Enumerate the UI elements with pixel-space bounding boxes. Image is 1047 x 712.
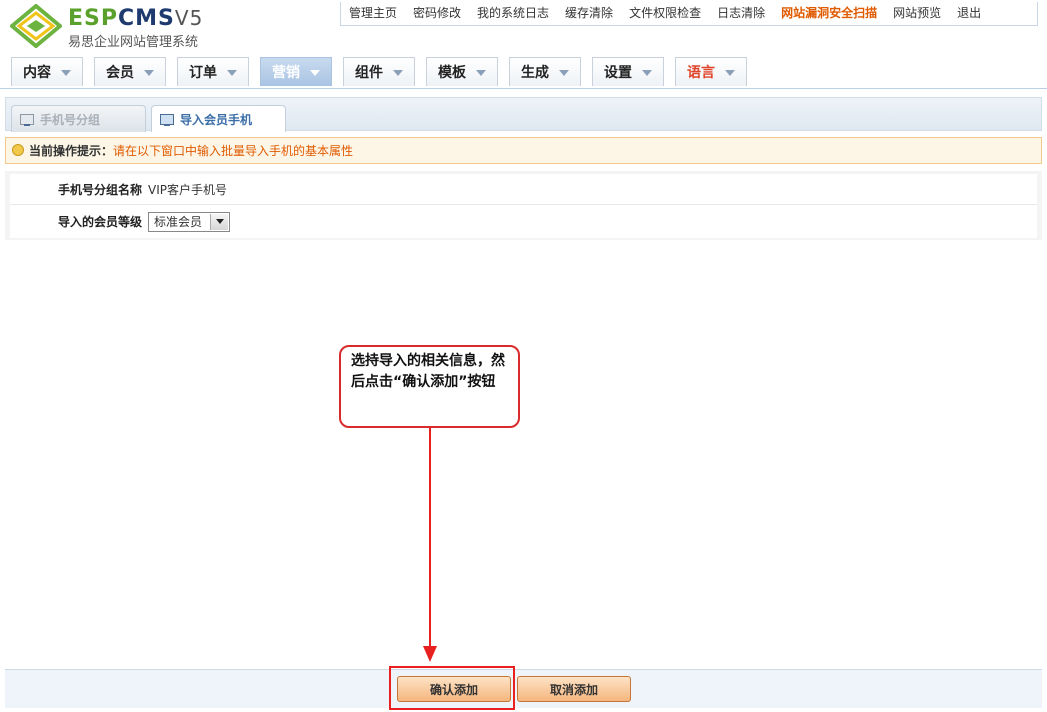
espcms-logo-icon	[10, 4, 62, 48]
top-link-file-permission[interactable]: 文件权限检查	[621, 2, 709, 25]
tab-import-member-phones[interactable]: 导入会员手机	[151, 105, 286, 132]
annotation-highlight-box	[389, 666, 515, 710]
top-link-site-preview[interactable]: 网站预览	[885, 2, 949, 25]
chevron-down-icon	[393, 70, 403, 76]
form-row-member-level: 导入的会员等级 标准会员	[10, 205, 1037, 238]
chevron-down-icon	[725, 70, 735, 76]
nav-member[interactable]: 会员	[94, 57, 166, 86]
logo: ESPCMSV5 易思企业网站管理系统	[10, 4, 220, 50]
nav-language[interactable]: 语言	[675, 57, 747, 86]
nav-marketing[interactable]: 营销	[260, 57, 332, 86]
top-links-bar: 管理主页 密码修改 我的系统日志 缓存清除 文件权限检查 日志清除 网站漏洞安全…	[340, 2, 1038, 26]
import-form: 手机号分组名称 VIP客户手机号 导入的会员等级 标准会员	[5, 171, 1042, 240]
chevron-down-icon	[642, 70, 652, 76]
tab-phone-groups[interactable]: 手机号分组	[11, 105, 146, 132]
monitor-icon	[20, 113, 34, 126]
nav-content[interactable]: 内容	[11, 57, 83, 86]
annotation-callout: 选持导入的相关信息，然后点击“确认添加”按钮	[339, 345, 520, 428]
top-link-security-scan[interactable]: 网站漏洞安全扫描	[773, 2, 885, 25]
member-level-label: 导入的会员等级	[57, 215, 142, 229]
chevron-down-icon	[476, 70, 486, 76]
nav-settings[interactable]: 设置	[592, 57, 664, 86]
main-nav: 内容 会员 订单 营销 组件 模板 生成 设置 语言	[0, 55, 1047, 89]
cancel-add-button[interactable]: 取消添加	[517, 676, 631, 702]
monitor-icon	[160, 113, 174, 126]
top-link-clear-cache[interactable]: 缓存清除	[557, 2, 621, 25]
logo-subtitle: 易思企业网站管理系统	[68, 35, 199, 50]
sub-tab-bar: 手机号分组 导入会员手机	[5, 97, 1042, 132]
chevron-down-icon	[144, 70, 154, 76]
member-level-select[interactable]: 标准会员	[148, 211, 231, 232]
nav-order[interactable]: 订单	[177, 57, 249, 86]
top-link-my-log[interactable]: 我的系统日志	[469, 2, 557, 25]
arrow-down-icon	[423, 646, 437, 662]
form-row-group-name: 手机号分组名称 VIP客户手机号	[10, 174, 1037, 205]
annotation-arrow-line	[429, 428, 431, 650]
logo-wordmark: ESPCMSV5	[68, 6, 204, 31]
top-link-logout[interactable]: 退出	[949, 2, 989, 25]
chevron-down-icon	[310, 70, 320, 76]
lightbulb-icon	[12, 143, 24, 156]
nav-templates[interactable]: 模板	[426, 57, 498, 86]
hint-text: 请在以下窗口中输入批量导入手机的基本属性	[113, 144, 354, 158]
dropdown-arrow-icon[interactable]	[210, 213, 229, 230]
chevron-down-icon	[227, 70, 237, 76]
group-name-value: VIP客户手机号	[148, 182, 227, 197]
chevron-down-icon	[559, 70, 569, 76]
top-link-clear-log[interactable]: 日志清除	[709, 2, 773, 25]
nav-components[interactable]: 组件	[343, 57, 415, 86]
nav-generate[interactable]: 生成	[509, 57, 581, 86]
hint-label: 当前操作提示：	[29, 144, 114, 158]
operation-hint: 当前操作提示： 请在以下窗口中输入批量导入手机的基本属性	[5, 137, 1042, 164]
group-name-label: 手机号分组名称	[57, 182, 142, 197]
chevron-down-icon	[61, 70, 71, 76]
top-link-change-password[interactable]: 密码修改	[405, 2, 469, 25]
top-link-admin-home[interactable]: 管理主页	[341, 2, 405, 25]
